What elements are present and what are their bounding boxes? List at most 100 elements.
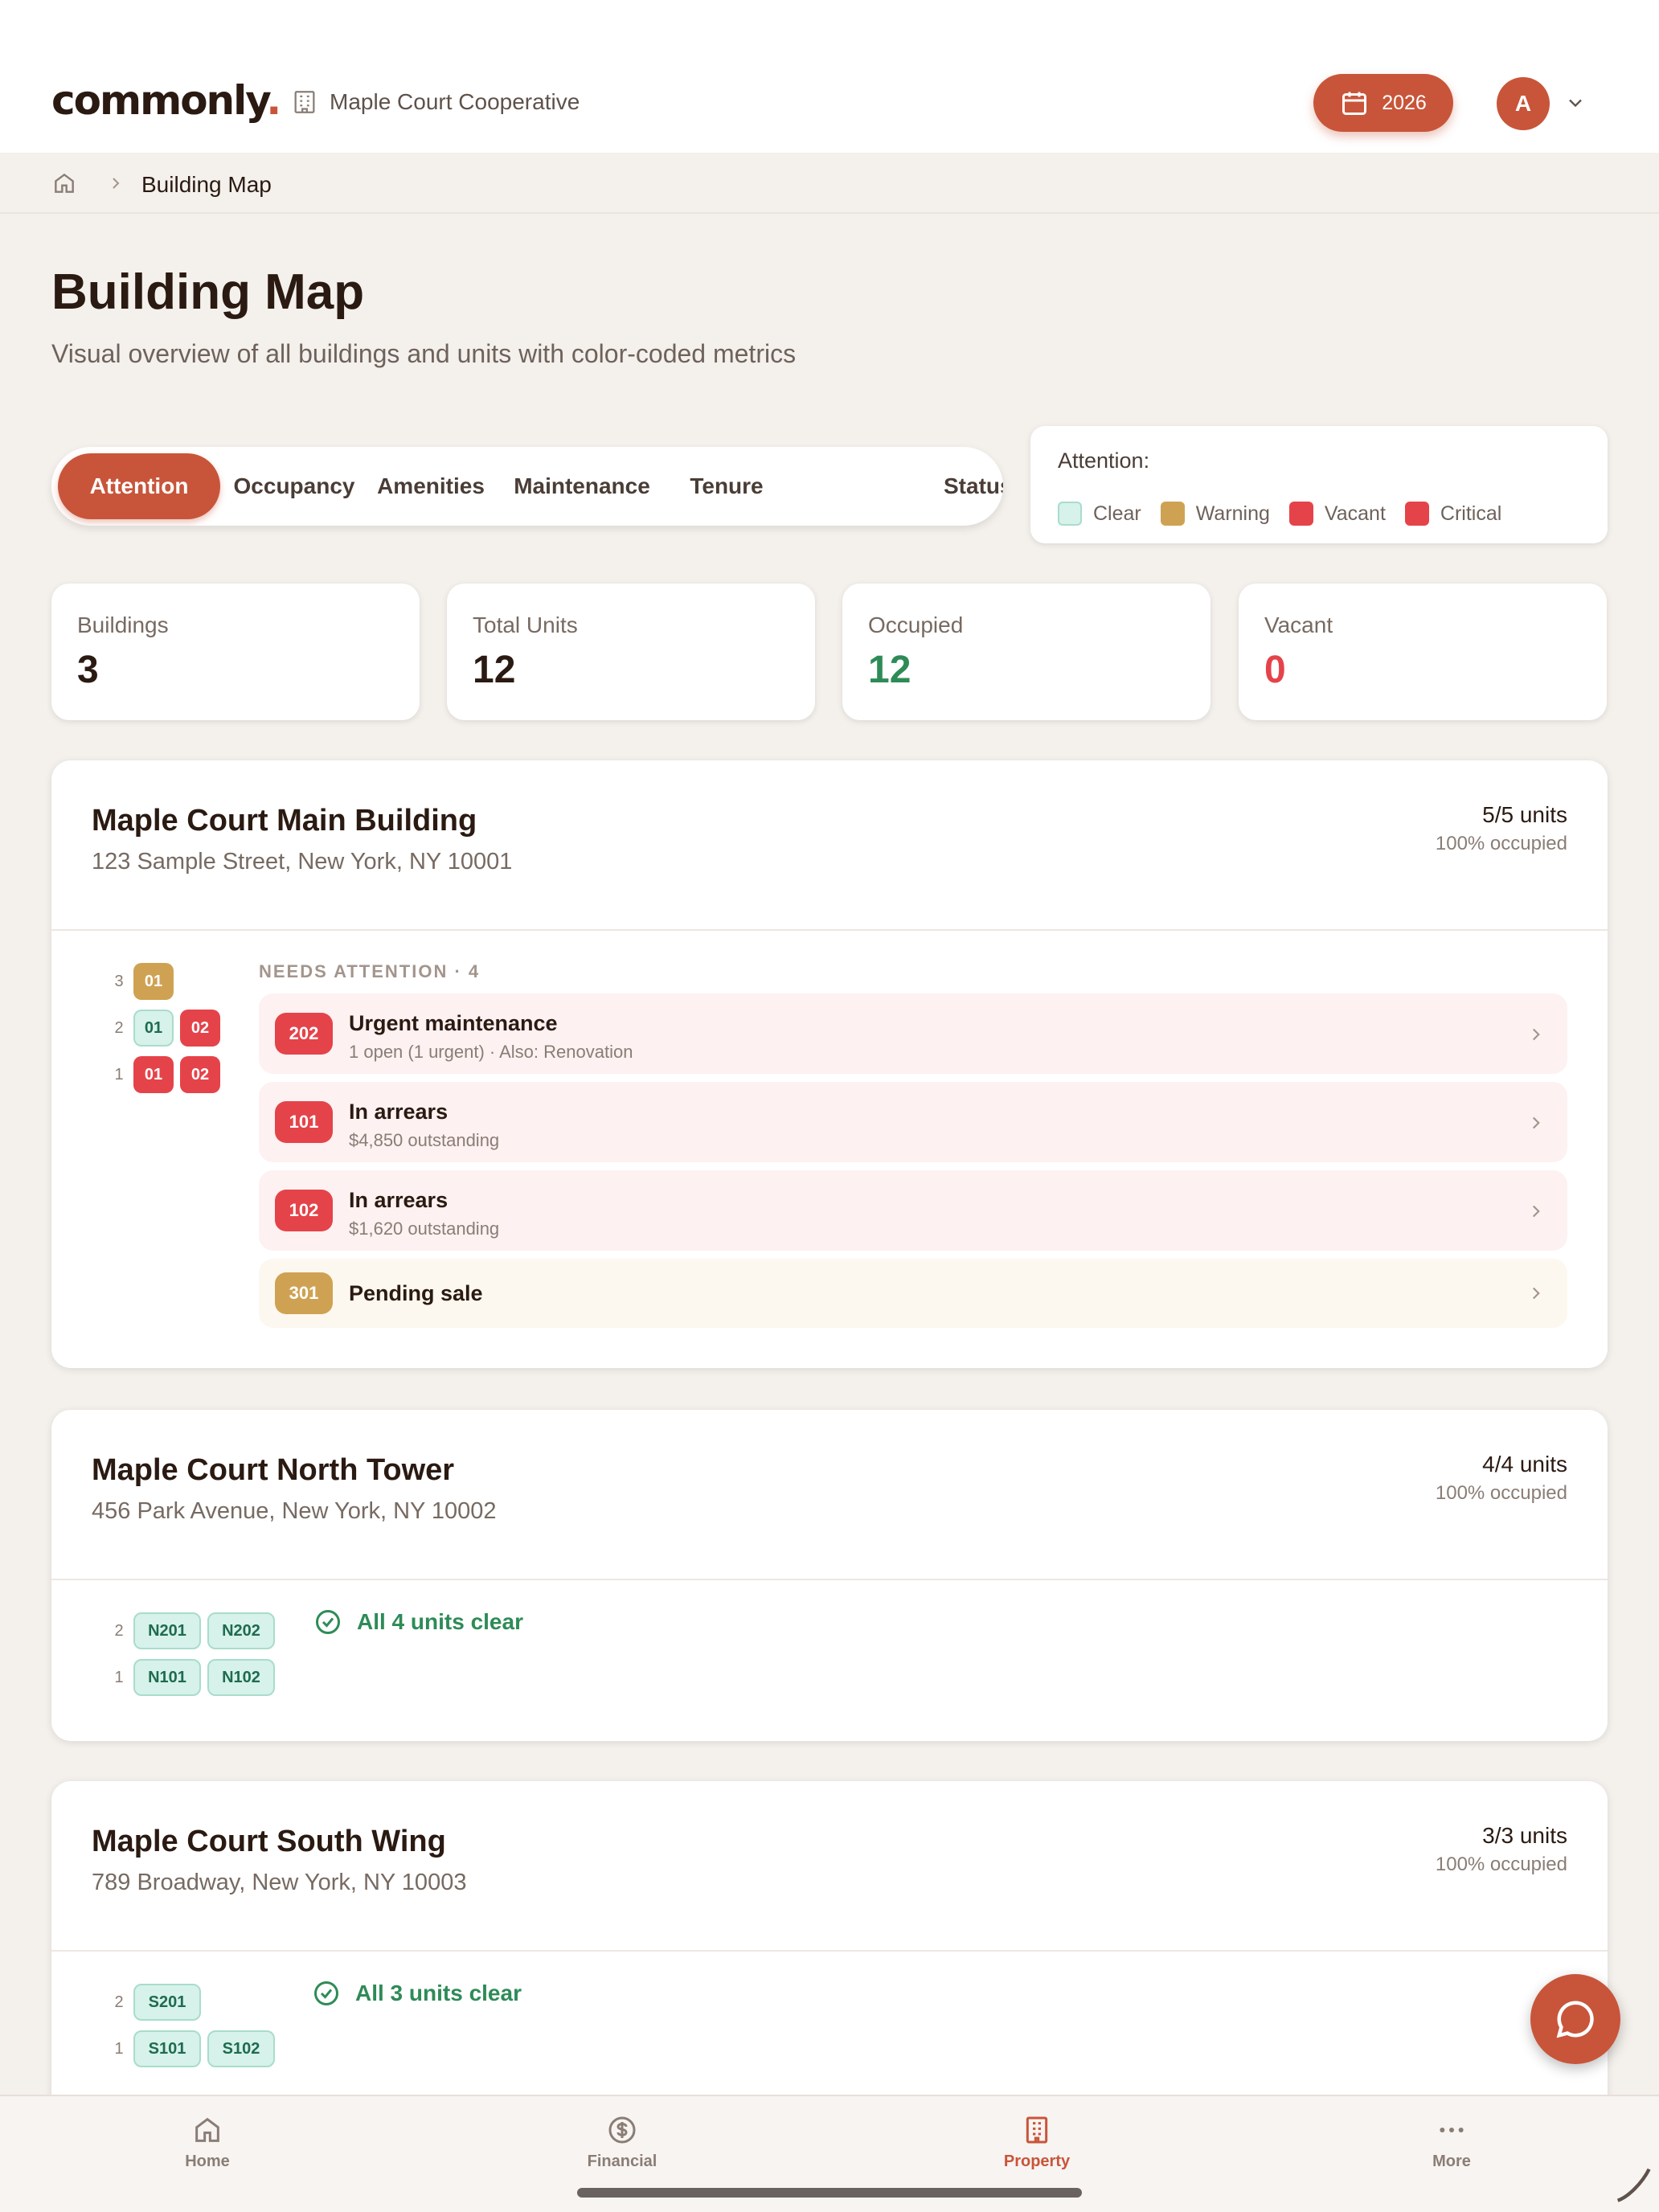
issue-title: In arrears bbox=[349, 1100, 449, 1124]
avatar[interactable]: A bbox=[1497, 77, 1550, 130]
stat-card-vacant: Vacant 0 bbox=[1239, 584, 1607, 720]
stat-card-total-units: Total Units 12 bbox=[447, 584, 815, 720]
breadcrumb-current: Building Map bbox=[141, 172, 272, 197]
chevron-right-icon bbox=[1532, 1287, 1540, 1300]
issue-title: In arrears bbox=[349, 1188, 449, 1212]
nav-label: Home bbox=[185, 2153, 230, 2170]
chevron-right-icon bbox=[1532, 1028, 1540, 1041]
chat-bubble-icon bbox=[1556, 2001, 1594, 2038]
year-button[interactable]: 2026 bbox=[1313, 74, 1453, 132]
nav-label: More bbox=[1432, 2153, 1471, 2170]
floor-number: 2 bbox=[114, 1993, 124, 2011]
unit-chip[interactable]: 02 bbox=[180, 1056, 220, 1093]
legend-item-warning: Warning bbox=[1160, 502, 1270, 526]
chevron-down-icon[interactable] bbox=[1564, 92, 1587, 114]
tab-amenities[interactable]: Amenities bbox=[367, 453, 495, 519]
home-icon[interactable] bbox=[51, 170, 77, 196]
all-clear-message: All 3 units clear bbox=[355, 1981, 522, 2005]
unit-chip[interactable]: S102 bbox=[207, 2030, 275, 2067]
chat-button[interactable] bbox=[1530, 1974, 1620, 2064]
nav-more[interactable]: More bbox=[1371, 2114, 1532, 2171]
legend-label: Vacant bbox=[1324, 502, 1386, 525]
nav-financial[interactable]: Financial bbox=[542, 2114, 703, 2171]
unit-chip[interactable]: N102 bbox=[207, 1659, 275, 1696]
unit-badge: 202 bbox=[275, 1013, 333, 1055]
chevron-right-icon bbox=[1532, 1116, 1540, 1129]
occupancy-rate: 100% occupied bbox=[1435, 833, 1567, 854]
app-header: commonly. Maple Court Cooperative 2026 A bbox=[0, 0, 1659, 153]
unit-count: 3/3 units bbox=[1482, 1823, 1567, 1848]
issue-row[interactable]: 202 Urgent maintenance 1 open (1 urgent)… bbox=[259, 993, 1567, 1074]
building-name[interactable]: Maple Court South Wing bbox=[92, 1825, 446, 1859]
chevron-right-icon bbox=[113, 178, 120, 189]
issue-title: Pending sale bbox=[349, 1281, 483, 1305]
year-label: 2026 bbox=[1382, 91, 1427, 114]
legend-swatch bbox=[1288, 502, 1313, 526]
unit-chip[interactable]: N101 bbox=[133, 1659, 201, 1696]
floor-number: 1 bbox=[114, 1669, 124, 1686]
tab-maintenance[interactable]: Maintenance bbox=[502, 453, 662, 519]
unit-chip[interactable]: 01 bbox=[133, 1056, 174, 1093]
all-clear-message: All 4 units clear bbox=[357, 1609, 523, 1634]
building-address: 456 Park Avenue, New York, NY 10002 bbox=[92, 1498, 497, 1524]
building-icon bbox=[294, 91, 315, 113]
legend-title: Attention: bbox=[1058, 449, 1150, 473]
metric-tabs: Attention Occupancy Amenities Maintenanc… bbox=[51, 447, 1003, 526]
floor-number: 1 bbox=[114, 2040, 124, 2058]
building-card: Maple Court North Tower 456 Park Avenue,… bbox=[51, 1410, 1608, 1741]
tab-attention[interactable]: Attention bbox=[58, 453, 220, 519]
chevron-right-icon bbox=[1532, 1205, 1540, 1218]
legend-label: Warning bbox=[1195, 502, 1270, 525]
check-circle-icon bbox=[314, 1981, 338, 2005]
all-clear-status: All 3 units clear bbox=[312, 1979, 522, 2008]
building-address: 789 Broadway, New York, NY 10003 bbox=[92, 1870, 467, 1895]
more-icon bbox=[1440, 2128, 1464, 2132]
unit-chip[interactable]: S201 bbox=[133, 1984, 201, 2021]
stat-label: Occupied bbox=[868, 612, 964, 637]
unit-chip[interactable]: N202 bbox=[207, 1612, 275, 1649]
page-subtitle: Visual overview of all buildings and uni… bbox=[51, 339, 797, 368]
nav-label: Financial bbox=[587, 2153, 657, 2170]
building-card: Maple Court South Wing 789 Broadway, New… bbox=[51, 1781, 1608, 2119]
unit-count: 4/4 units bbox=[1482, 1452, 1567, 1477]
building-name[interactable]: Maple Court North Tower bbox=[92, 1453, 454, 1488]
org-selector[interactable]: Maple Court Cooperative bbox=[291, 88, 580, 116]
needs-attention-label: NEEDS ATTENTION · 4 bbox=[259, 961, 481, 981]
floor-number: 2 bbox=[114, 1622, 124, 1640]
legend-swatch bbox=[1058, 502, 1082, 526]
building-icon bbox=[1026, 2116, 1048, 2144]
breadcrumb: Building Map bbox=[0, 153, 1659, 214]
tab-occupancy[interactable]: Occupancy bbox=[230, 453, 358, 519]
issue-row[interactable]: 102 In arrears $1,620 outstanding bbox=[259, 1170, 1567, 1251]
unit-badge: 101 bbox=[275, 1101, 333, 1143]
nav-label: Property bbox=[1003, 2153, 1071, 2170]
app-logo[interactable]: commonly. bbox=[51, 77, 281, 124]
issue-detail: $4,850 outstanding bbox=[349, 1130, 500, 1150]
nav-property[interactable]: Property bbox=[956, 2114, 1117, 2171]
unit-chip[interactable]: S101 bbox=[133, 2030, 201, 2067]
unit-chip[interactable]: N201 bbox=[133, 1612, 201, 1649]
resize-handle-icon bbox=[1616, 2168, 1651, 2202]
issue-detail: 1 open (1 urgent) · Also: Renovation bbox=[349, 1042, 633, 1062]
legend-label: Critical bbox=[1440, 502, 1502, 525]
org-name: Maple Court Cooperative bbox=[330, 89, 580, 114]
unit-chip[interactable]: 02 bbox=[180, 1010, 220, 1047]
nav-home[interactable]: Home bbox=[127, 2114, 288, 2171]
floor-number: 2 bbox=[114, 1019, 124, 1037]
stat-value: 3 bbox=[77, 649, 99, 691]
unit-chip[interactable]: 01 bbox=[133, 963, 174, 1000]
floor-number: 3 bbox=[114, 973, 124, 990]
calendar-icon bbox=[1342, 92, 1367, 115]
tab-tenure[interactable]: Tenure bbox=[670, 453, 783, 519]
all-clear-status: All 4 units clear bbox=[313, 1608, 523, 1636]
unit-chip[interactable]: 01 bbox=[133, 1010, 174, 1047]
floor-number: 1 bbox=[114, 1066, 124, 1083]
issue-row[interactable]: 301 Pending sale bbox=[259, 1259, 1567, 1328]
stat-card-occupied: Occupied 12 bbox=[842, 584, 1210, 720]
building-name[interactable]: Maple Court Main Building bbox=[92, 804, 477, 838]
issue-row[interactable]: 101 In arrears $4,850 outstanding bbox=[259, 1082, 1567, 1162]
stat-value: 12 bbox=[473, 649, 516, 691]
stat-label: Total Units bbox=[473, 612, 578, 637]
tab-status[interactable]: Status bbox=[944, 453, 1003, 519]
stat-card-buildings: Buildings 3 bbox=[51, 584, 420, 720]
